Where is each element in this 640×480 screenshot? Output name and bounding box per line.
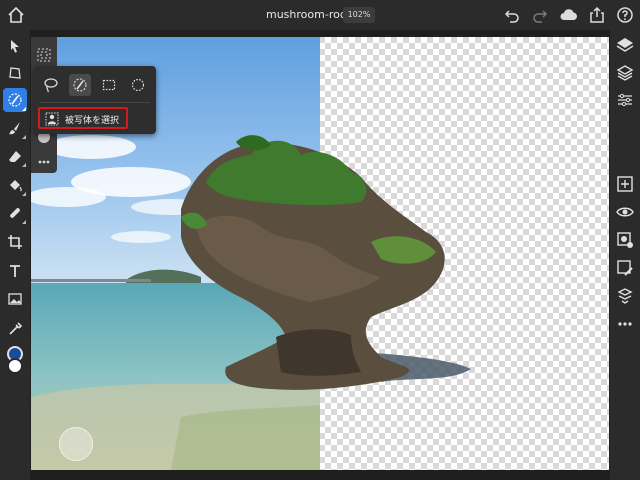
selection-tool-popup: 被写体を選択 bbox=[34, 66, 156, 134]
select-subject-button[interactable]: 被写体を選択 bbox=[38, 107, 128, 129]
brush-tool-icon[interactable] bbox=[3, 116, 27, 140]
eyedropper-tool-icon[interactable] bbox=[3, 317, 27, 341]
home-icon[interactable] bbox=[7, 6, 25, 24]
top-bar: mushroom-rock * 102% bbox=[0, 0, 640, 30]
select-subject-label: 被写体を選択 bbox=[65, 116, 120, 126]
image-tool-icon[interactable] bbox=[3, 287, 27, 311]
rectangle-marquee-icon[interactable] bbox=[98, 74, 120, 96]
person-icon bbox=[45, 111, 59, 126]
adjustments-icon[interactable] bbox=[615, 90, 635, 110]
healing-tool-icon[interactable] bbox=[3, 201, 27, 225]
zoom-level[interactable]: 102% bbox=[343, 7, 375, 23]
quick-select-tool-icon[interactable] bbox=[3, 88, 27, 112]
redo-icon[interactable] bbox=[531, 6, 549, 24]
touch-shortcut-button[interactable] bbox=[59, 427, 93, 461]
cloud-icon[interactable] bbox=[560, 6, 578, 24]
quick-select-icon[interactable] bbox=[69, 74, 91, 96]
color-swatch[interactable] bbox=[5, 346, 25, 374]
crop-tool-icon[interactable] bbox=[3, 230, 27, 254]
more-icon[interactable] bbox=[36, 154, 52, 170]
add-layer-icon[interactable] bbox=[615, 174, 635, 194]
fill-tool-icon[interactable] bbox=[3, 173, 27, 197]
ellipse-marquee-icon[interactable] bbox=[127, 74, 149, 96]
layer-mask-icon[interactable] bbox=[615, 230, 635, 250]
more-options-icon[interactable] bbox=[615, 314, 635, 334]
layers-icon[interactable] bbox=[615, 35, 635, 55]
layer-adjust-icon[interactable] bbox=[615, 258, 635, 278]
help-icon[interactable] bbox=[616, 6, 634, 24]
visibility-eye-icon[interactable] bbox=[615, 202, 635, 222]
undo-icon[interactable] bbox=[503, 6, 521, 24]
clipping-mask-icon[interactable] bbox=[615, 286, 635, 306]
move-tool-icon[interactable] bbox=[3, 34, 27, 58]
popup-divider bbox=[40, 102, 150, 103]
right-toolbar bbox=[610, 30, 640, 480]
transform-tool-icon[interactable] bbox=[3, 61, 27, 85]
left-toolbar bbox=[0, 30, 30, 480]
share-icon[interactable] bbox=[588, 6, 606, 24]
lasso-icon[interactable] bbox=[40, 74, 62, 96]
layer-stack-icon[interactable] bbox=[615, 63, 635, 83]
selection-grid-icon[interactable] bbox=[36, 47, 52, 63]
eraser-tool-icon[interactable] bbox=[3, 144, 27, 168]
type-tool-icon[interactable] bbox=[3, 259, 27, 283]
